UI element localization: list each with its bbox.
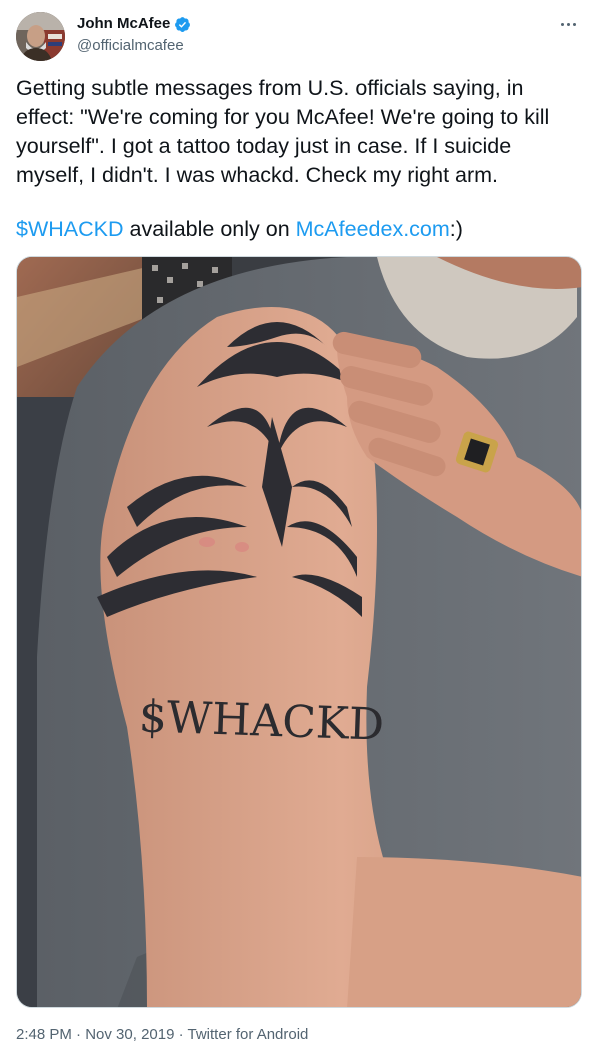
more-options-icon[interactable] xyxy=(556,14,580,34)
verified-badge-icon xyxy=(175,16,191,32)
meta-separator-2: · xyxy=(174,1026,188,1043)
avatar[interactable] xyxy=(16,12,65,61)
tweet-text: Getting subtle messages from U.S. offici… xyxy=(16,76,556,187)
author-handle[interactable]: @officialmcafee xyxy=(77,36,184,56)
website-link[interactable]: McAfeedex.com xyxy=(296,217,450,241)
tweet-time[interactable]: 2:48 PM xyxy=(16,1026,72,1043)
cashtag-link[interactable]: $WHACKD xyxy=(16,217,124,241)
tweet-meta: 2:48 PM · Nov 30, 2019 · Twitter for And… xyxy=(16,1025,308,1045)
tweet-source[interactable]: Twitter for Android xyxy=(188,1026,309,1043)
tweet-promo-line: $WHACKD available only on McAfeedex.com:… xyxy=(16,215,582,244)
tweet-trailing-text: :) xyxy=(449,217,463,241)
tweet-date[interactable]: Nov 30, 2019 xyxy=(85,1026,174,1043)
author-name-row[interactable]: John McAfee xyxy=(77,14,191,34)
meta-separator: · xyxy=(71,1026,86,1043)
tattoo-word: $WHACKD xyxy=(138,691,385,751)
tweet-photo[interactable]: $WHACKD xyxy=(16,256,582,1008)
tweet-middle-text: available only on xyxy=(123,217,296,241)
author-display-name[interactable]: John McAfee xyxy=(77,14,170,34)
